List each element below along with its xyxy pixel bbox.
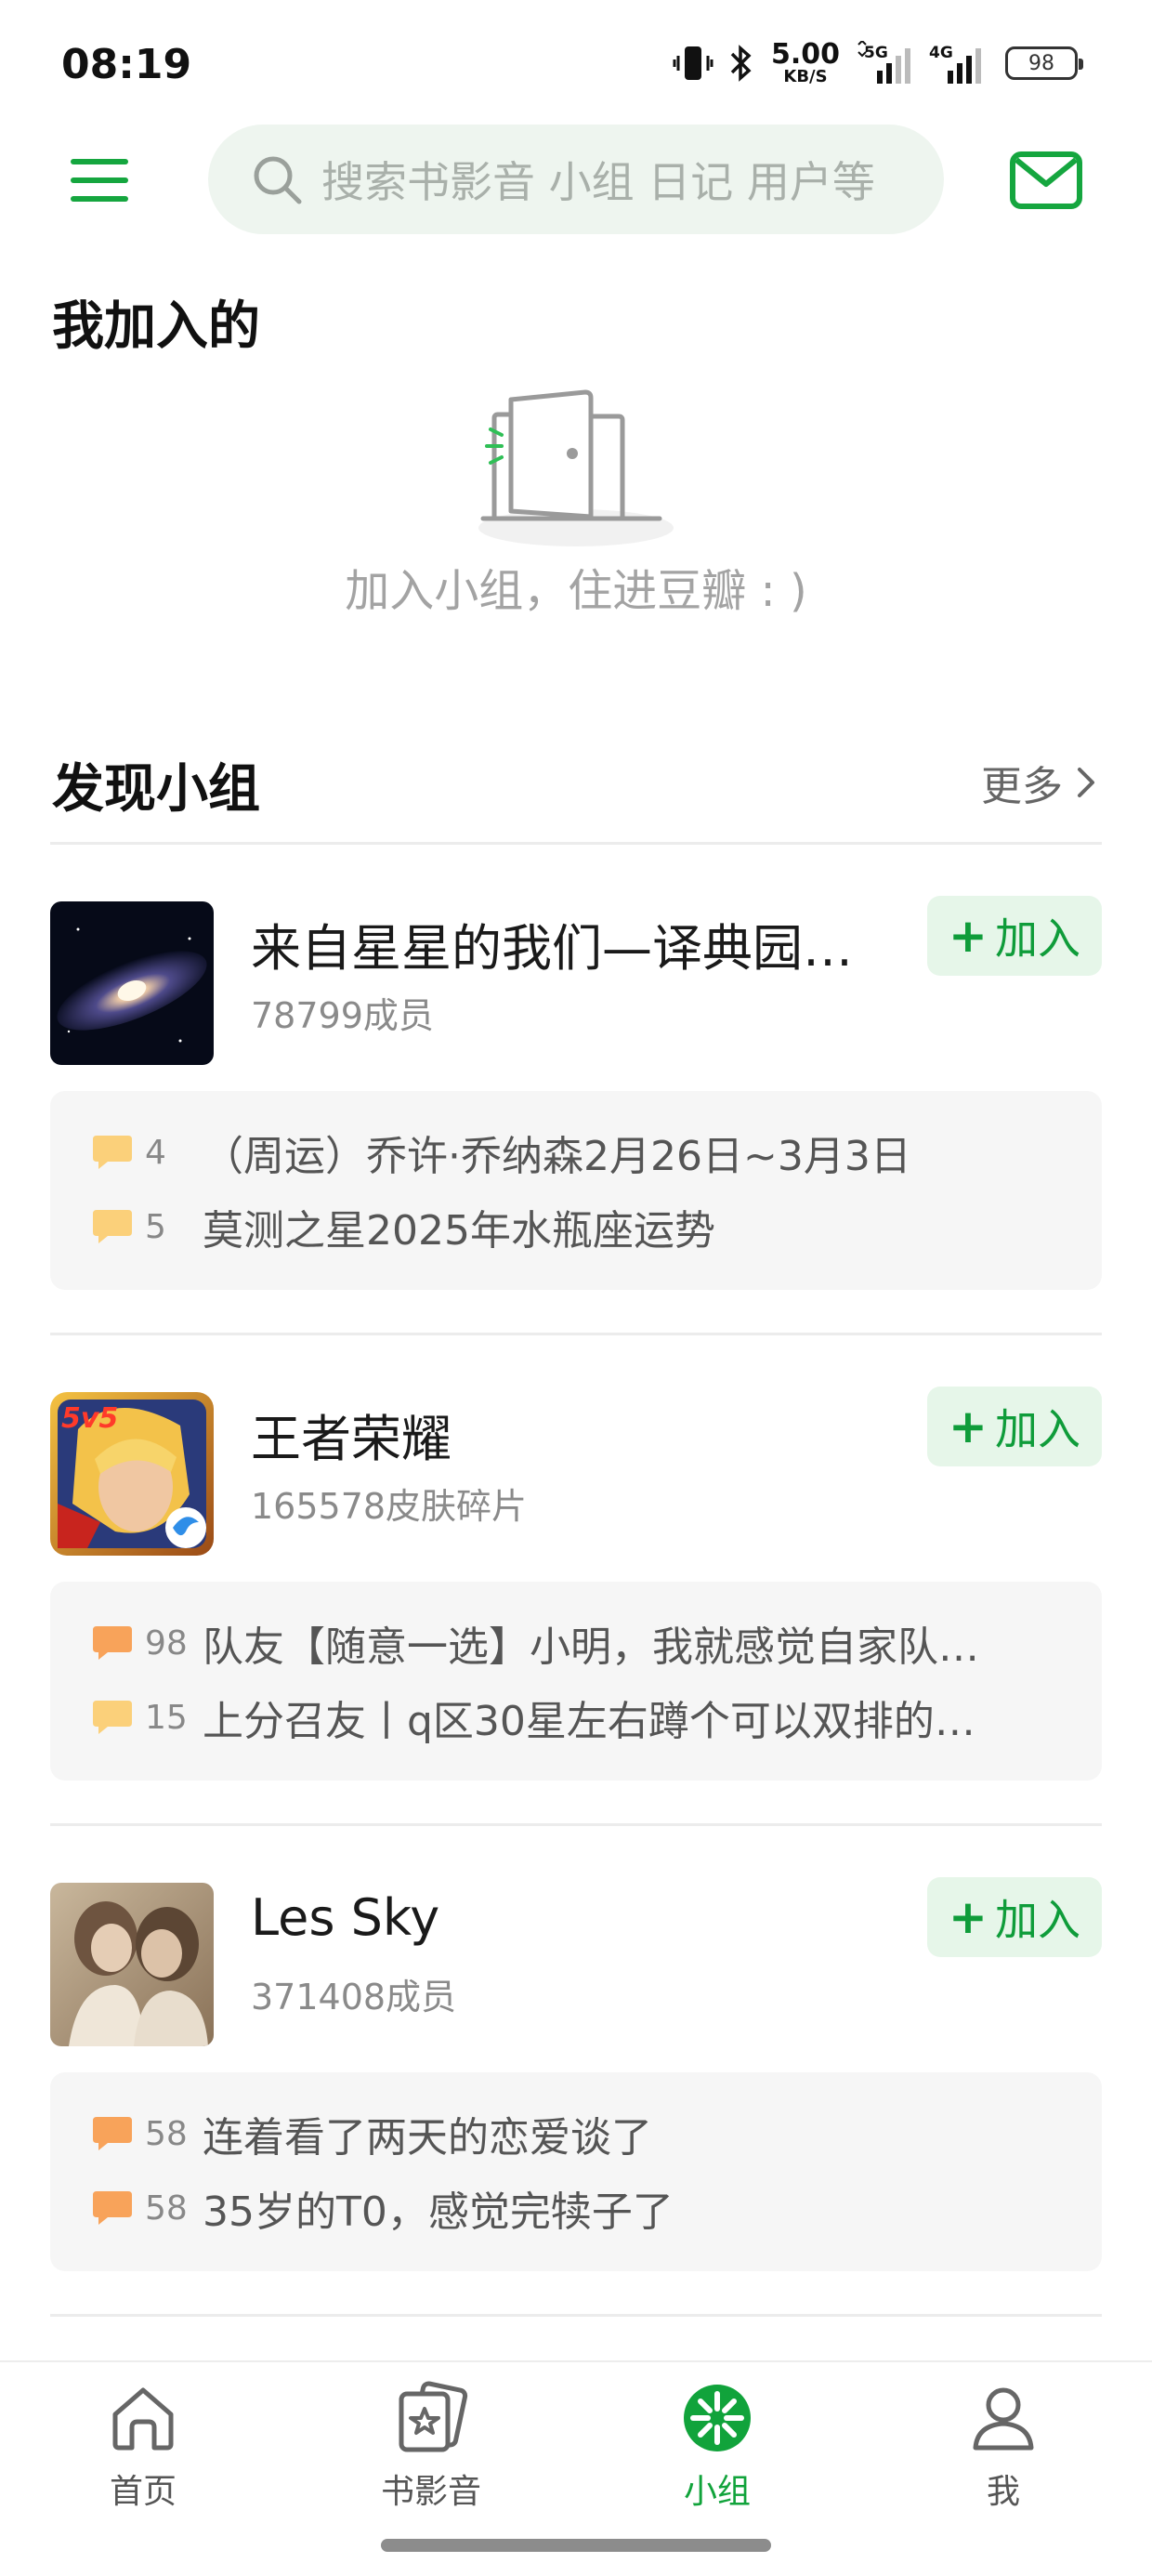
group-member-count: 78799成员 bbox=[251, 995, 434, 1036]
empty-groups-text: 加入小组，住进豆瓣 : ) bbox=[345, 565, 807, 617]
battery-indicator: 98 bbox=[1005, 46, 1083, 80]
comment-count: 15 bbox=[145, 1698, 188, 1737]
comment-icon bbox=[93, 1701, 132, 1734]
nav-item-profile[interactable]: 我 bbox=[910, 2381, 1096, 2557]
group-member-count: 371408成员 bbox=[251, 1977, 457, 2017]
topic-item[interactable]: 98 队友【随意一选】小明，我就感觉自家队友不对劲 bbox=[91, 1615, 1011, 1671]
join-button[interactable]: + 加入 bbox=[927, 1387, 1102, 1466]
menu-icon[interactable] bbox=[71, 149, 134, 212]
media-icon bbox=[399, 2381, 468, 2452]
nav-item-home[interactable]: 首页 bbox=[50, 2381, 236, 2557]
signal-4g-icon: 4G bbox=[929, 44, 981, 84]
svg-text:5G: 5G bbox=[864, 44, 888, 62]
home-icon bbox=[112, 2387, 174, 2451]
group-name[interactable]: 来自星星的我们—译典园翻译组 bbox=[251, 907, 892, 980]
search-icon bbox=[254, 156, 302, 204]
mail-icon[interactable] bbox=[1009, 149, 1083, 212]
group-card[interactable]: Les Sky 371408成员 + 加入 58 连着看了两天的恋爱谈了 58 … bbox=[50, 1877, 1102, 2273]
group-avatar: 5v5 bbox=[50, 1392, 214, 1556]
topic-title: 连着看了两天的恋爱谈了 bbox=[203, 2114, 652, 2162]
plus-icon: + bbox=[949, 909, 988, 963]
group-avatar bbox=[50, 901, 214, 1065]
home-indicator[interactable] bbox=[381, 2539, 771, 2552]
group-card[interactable]: 来自星星的我们—译典园翻译组 78799成员 + 加入 4 （周运）乔许·乔纳森… bbox=[50, 896, 1102, 1292]
comment-count: 98 bbox=[145, 1623, 188, 1663]
signal-5g-icon: 5G bbox=[857, 41, 910, 84]
topic-item[interactable]: 15 上分召友丨q区30星左右蹲个可以双排的朋友 bbox=[91, 1689, 1011, 1745]
status-time: 08:19 bbox=[61, 41, 192, 88]
comment-count: 58 bbox=[145, 2114, 188, 2153]
group-avatar bbox=[50, 1883, 214, 2046]
topic-list: 4 （周运）乔许·乔纳森2月26日~3月3日 5 莫测之星2025年水瓶座运势 bbox=[50, 1091, 1102, 1290]
join-button[interactable]: + 加入 bbox=[927, 896, 1102, 976]
group-icon bbox=[684, 2385, 751, 2451]
status-bar: 08:19 5.00 KB/S 5G 4G 98 bbox=[0, 0, 1152, 121]
door-illustration-icon bbox=[478, 389, 674, 546]
group-name[interactable]: 王者荣耀 bbox=[251, 1398, 892, 1471]
status-icons: 5.00 KB/S 5G 4G 98 bbox=[673, 35, 1083, 91]
topic-list: 98 队友【随意一选】小明，我就感觉自家队友不对劲 15 上分召友丨q区30星左… bbox=[50, 1582, 1102, 1781]
nav-item-media[interactable]: 书影音 bbox=[338, 2381, 524, 2557]
bluetooth-icon bbox=[730, 45, 752, 82]
comment-count: 5 bbox=[145, 1207, 166, 1246]
topic-title: 上分召友丨q区30星左右蹲个可以双排的朋友 bbox=[203, 1698, 1011, 1745]
network-speed: 5.00 KB/S bbox=[770, 38, 840, 86]
plus-icon: + bbox=[949, 1890, 988, 1944]
topic-item[interactable]: 4 （周运）乔许·乔纳森2月26日~3月3日 bbox=[91, 1124, 1011, 1180]
nav-item-groups[interactable]: 小组 bbox=[624, 2381, 810, 2557]
my-groups-title: 我加入的 bbox=[52, 296, 260, 357]
topic-list: 58 连着看了两天的恋爱谈了 58 35岁的T0，感觉完犊子了 bbox=[50, 2072, 1102, 2271]
search-input[interactable]: 搜索书影音 小组 日记 用户等 bbox=[208, 125, 944, 234]
topic-title: 队友【随意一选】小明，我就感觉自家队友不对劲 bbox=[203, 1623, 1011, 1671]
comment-icon bbox=[93, 1626, 132, 1660]
divider bbox=[50, 1823, 1102, 1826]
profile-icon bbox=[973, 2387, 1034, 2451]
chevron-right-icon bbox=[1078, 768, 1094, 797]
comment-count: 4 bbox=[145, 1133, 166, 1172]
topic-item[interactable]: 58 35岁的T0，感觉完犊子了 bbox=[91, 2180, 1011, 2236]
plus-icon: + bbox=[949, 1400, 988, 1453]
divider bbox=[50, 1333, 1102, 1335]
svg-text:4G: 4G bbox=[929, 44, 953, 62]
svg-text:5v5: 5v5 bbox=[61, 1402, 118, 1435]
join-button[interactable]: + 加入 bbox=[927, 1877, 1102, 1957]
search-placeholder: 搜索书影音 小组 日记 用户等 bbox=[321, 157, 875, 207]
comment-icon bbox=[93, 1210, 132, 1243]
topic-item[interactable]: 5 莫测之星2025年水瓶座运势 bbox=[91, 1199, 1011, 1255]
comment-icon bbox=[93, 2191, 132, 2225]
group-name[interactable]: Les Sky bbox=[251, 1888, 892, 1947]
comment-icon bbox=[93, 2117, 132, 2150]
comment-count: 58 bbox=[145, 2188, 188, 2228]
topic-title: 35岁的T0，感觉完犊子了 bbox=[203, 2188, 674, 2236]
divider bbox=[50, 2314, 1102, 2317]
comment-icon bbox=[93, 1136, 132, 1169]
vibrate-icon bbox=[673, 46, 713, 80]
group-card[interactable]: 5v5 王者荣耀 165578皮肤碎片 + 加入 98 队友【随意一选】小明，我… bbox=[50, 1387, 1102, 1782]
group-member-count: 165578皮肤碎片 bbox=[251, 1486, 528, 1527]
topic-item[interactable]: 58 连着看了两天的恋爱谈了 bbox=[91, 2106, 1011, 2162]
discover-groups-title: 发现小组 bbox=[52, 759, 260, 820]
more-link[interactable]: 更多 bbox=[981, 753, 1096, 812]
topic-title: （周运）乔许·乔纳森2月26日~3月3日 bbox=[203, 1133, 911, 1180]
topic-title: 莫测之星2025年水瓶座运势 bbox=[203, 1207, 715, 1255]
more-label: 更多 bbox=[981, 763, 1063, 810]
divider bbox=[50, 842, 1102, 845]
